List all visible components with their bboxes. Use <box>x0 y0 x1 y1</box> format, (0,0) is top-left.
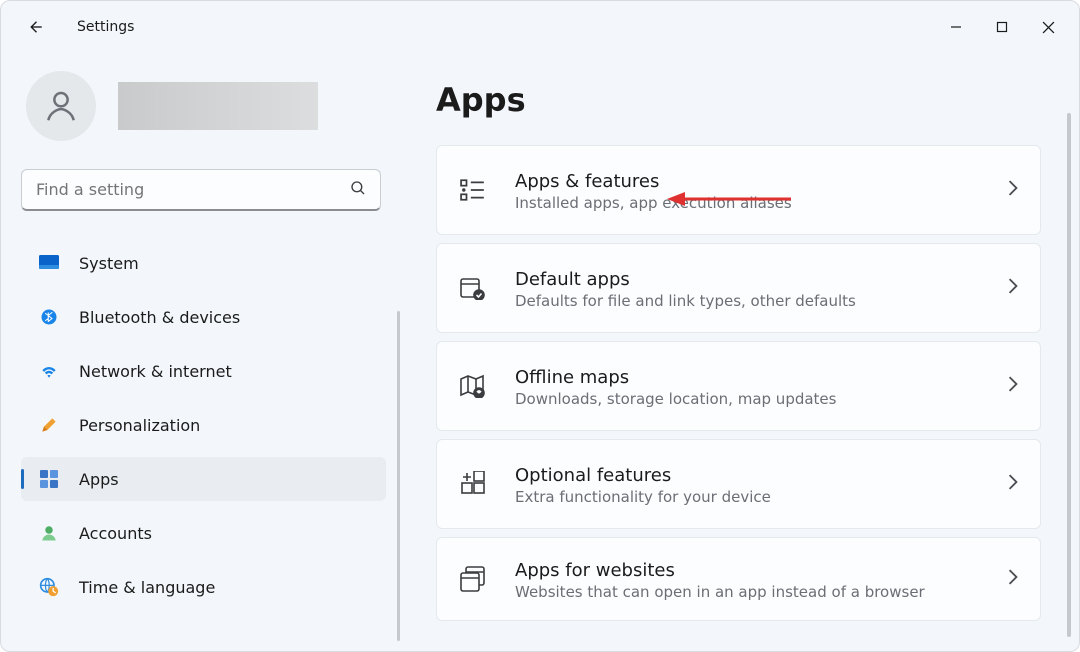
card-title: Apps for websites <box>515 560 980 581</box>
close-button[interactable] <box>1025 11 1071 43</box>
search-input[interactable] <box>21 169 381 211</box>
sidebar-item-label: Personalization <box>79 416 200 435</box>
paintbrush-icon <box>39 415 59 435</box>
card-subtitle: Websites that can open in an app instead… <box>515 583 980 601</box>
default-apps-icon <box>459 276 487 300</box>
card-default-apps[interactable]: Default apps Defaults for file and link … <box>436 243 1041 333</box>
sidebar-item-label: Network & internet <box>79 362 232 381</box>
sidebar-item-label: Bluetooth & devices <box>79 308 240 327</box>
sidebar-item-network[interactable]: Network & internet <box>21 349 386 393</box>
list-icon <box>459 179 487 201</box>
card-title: Offline maps <box>515 367 980 388</box>
apps-icon <box>39 469 59 489</box>
profile-block[interactable] <box>26 71 386 141</box>
card-body: Default apps Defaults for file and link … <box>515 267 980 310</box>
chevron-right-icon <box>1008 376 1018 396</box>
window-controls <box>933 11 1071 43</box>
globe-clock-icon <box>39 577 59 597</box>
sidebar-nav: System Bluetooth & devices Network & int… <box>21 241 386 609</box>
window-title: Settings <box>77 19 134 35</box>
sidebar-item-bluetooth[interactable]: Bluetooth & devices <box>21 295 386 339</box>
avatar <box>26 71 96 141</box>
sidebar-item-time-language[interactable]: Time & language <box>21 565 386 609</box>
titlebar-left: Settings <box>21 13 134 41</box>
optional-features-icon <box>459 471 487 497</box>
sidebar-item-system[interactable]: System <box>21 241 386 285</box>
chevron-right-icon <box>1008 180 1018 200</box>
sidebar-item-apps[interactable]: Apps <box>21 457 386 501</box>
card-optional-features[interactable]: Optional features Extra functionality fo… <box>436 439 1041 529</box>
sidebar-item-label: Time & language <box>79 578 215 597</box>
settings-cards: Apps & features Installed apps, app exec… <box>436 145 1069 621</box>
card-body: Apps for websites Websites that can open… <box>515 558 980 601</box>
sidebar-item-personalization[interactable]: Personalization <box>21 403 386 447</box>
card-title: Apps & features <box>515 171 980 192</box>
chevron-right-icon <box>1008 474 1018 494</box>
apps-websites-icon <box>459 566 487 592</box>
chevron-right-icon <box>1008 569 1018 589</box>
chevron-right-icon <box>1008 278 1018 298</box>
card-apps-for-websites[interactable]: Apps for websites Websites that can open… <box>436 537 1041 621</box>
sidebar-item-label: System <box>79 254 139 273</box>
minimize-button[interactable] <box>933 11 979 43</box>
maximize-button[interactable] <box>979 11 1025 43</box>
sidebar-item-label: Accounts <box>79 524 152 543</box>
search-icon <box>349 179 367 201</box>
card-subtitle: Defaults for file and link types, other … <box>515 292 980 310</box>
page-title: Apps <box>436 81 1069 119</box>
search-wrap <box>21 169 381 211</box>
sidebar-item-label: Apps <box>79 470 119 489</box>
card-body: Optional features Extra functionality fo… <box>515 463 980 506</box>
sidebar: System Bluetooth & devices Network & int… <box>1 53 406 651</box>
map-icon <box>459 374 487 398</box>
main-content: Apps Apps & features Installed apps, app… <box>406 53 1079 651</box>
card-title: Optional features <box>515 465 980 486</box>
card-body: Offline maps Downloads, storage location… <box>515 365 980 408</box>
sidebar-item-accounts[interactable]: Accounts <box>21 511 386 555</box>
sidebar-scrollbar[interactable] <box>397 311 400 641</box>
card-subtitle: Extra functionality for your device <box>515 488 980 506</box>
wifi-icon <box>39 361 59 381</box>
card-apps-features[interactable]: Apps & features Installed apps, app exec… <box>436 145 1041 235</box>
card-body: Apps & features Installed apps, app exec… <box>515 169 980 212</box>
bluetooth-icon <box>39 307 59 327</box>
card-subtitle: Downloads, storage location, map updates <box>515 390 980 408</box>
titlebar: Settings <box>1 1 1079 53</box>
main-scrollbar[interactable] <box>1067 113 1071 637</box>
card-title: Default apps <box>515 269 980 290</box>
settings-window: Settings <box>0 0 1080 652</box>
card-offline-maps[interactable]: Offline maps Downloads, storage location… <box>436 341 1041 431</box>
accounts-icon <box>39 523 59 543</box>
system-icon <box>39 253 59 273</box>
card-subtitle: Installed apps, app execution aliases <box>515 194 980 212</box>
user-name-redacted <box>118 82 318 130</box>
body: System Bluetooth & devices Network & int… <box>1 53 1079 651</box>
back-button[interactable] <box>21 13 49 41</box>
